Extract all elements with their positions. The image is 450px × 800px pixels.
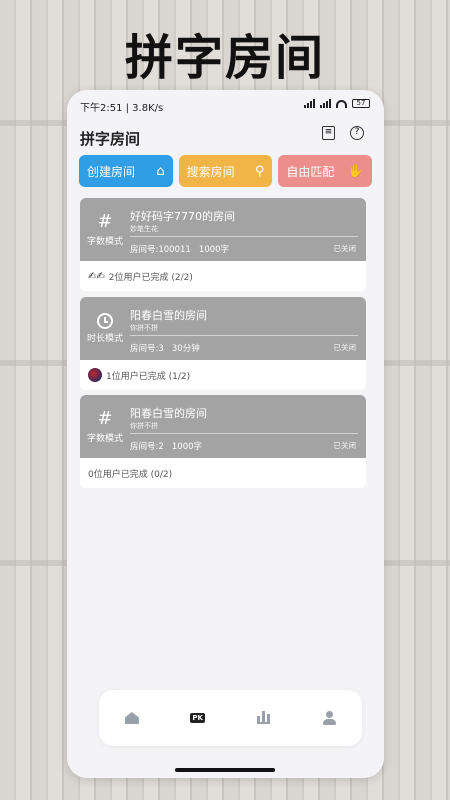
room-card[interactable]: 时长模式 阳春白雪的房间 你拼不拼 房间号:3 30分钟 已关闭 1位用户已完成…	[80, 297, 366, 390]
pk-icon: PK	[190, 713, 205, 723]
room-name: 阳春白雪的房间	[130, 407, 207, 420]
ranking-icon	[256, 711, 270, 724]
free-match-button[interactable]: 自由匹配 ✋	[278, 155, 373, 187]
hash-icon: #	[97, 211, 113, 232]
mode-label: 时长模式	[86, 334, 123, 344]
profile-icon	[322, 711, 336, 725]
free-match-label: 自由匹配	[286, 164, 335, 179]
promo-headline: 拼字房间	[124, 30, 325, 86]
room-name: 阳春白雪的房间	[130, 309, 207, 322]
tab-profile[interactable]	[314, 703, 344, 733]
room-target: 1000字	[171, 442, 203, 452]
room-state: 已关闭	[333, 343, 357, 352]
home-icon	[124, 712, 139, 724]
divider	[130, 433, 358, 434]
create-room-button[interactable]: 创建房间 ⌂	[79, 155, 173, 187]
room-number: 房间号:3	[130, 344, 164, 354]
room-number: 房间号:100011	[130, 245, 191, 255]
search-room-label: 搜索房间	[186, 164, 235, 179]
tab-ranking[interactable]	[248, 703, 278, 733]
room-target: 30分钟	[171, 344, 200, 354]
tab-home[interactable]	[117, 703, 147, 733]
status-bar: 下午2:51 | 3.8K/s 57	[80, 99, 370, 114]
room-card[interactable]: # 字数模式 阳春白雪的房间 你拼不拼 房间号:2 1000字 已关闭 0位用户…	[80, 395, 366, 488]
home-indicator	[175, 768, 275, 772]
phone-screen: 下午2:51 | 3.8K/s 57 拼字房间 ≡ ? 创建房间 ⌂ 搜索房间 …	[67, 90, 384, 778]
pen-icon: ✍✍	[88, 270, 105, 282]
tab-pk[interactable]: PK	[183, 703, 213, 733]
document-icon[interactable]: ≡	[322, 126, 335, 140]
completion-text: 2位用户已完成 (2/2)	[108, 272, 193, 283]
hash-icon: #	[97, 408, 113, 429]
room-subtitle: 你拼不拼	[130, 422, 158, 430]
room-meta: 房间号:2 1000字	[130, 440, 202, 452]
battery-icon: 57	[352, 99, 370, 108]
room-state: 已关闭	[333, 441, 357, 450]
room-target: 1000字	[198, 245, 230, 255]
room-subtitle: 你拼不拼	[130, 324, 158, 332]
status-time: 下午2:51 | 3.8K/s	[80, 103, 164, 114]
completion-text: 1位用户已完成 (1/2)	[106, 371, 191, 382]
page-title: 拼字房间	[80, 130, 141, 148]
completion-text: 0位用户已完成 (0/2)	[88, 469, 173, 480]
mode-label: 字数模式	[86, 237, 123, 247]
signal-icon	[320, 99, 331, 108]
avatar	[88, 368, 102, 382]
room-state: 已关闭	[333, 244, 357, 253]
hand-icon: ✋	[347, 163, 365, 179]
wifi-icon	[336, 99, 347, 108]
divider	[130, 236, 358, 237]
action-bar: 创建房间 ⌂ 搜索房间 ⚲ 自由匹配 ✋	[79, 155, 373, 187]
clock-icon	[97, 313, 113, 329]
create-room-label: 创建房间	[87, 164, 136, 179]
home-plus-icon: ⌂	[156, 163, 165, 179]
room-name: 好好码字7770的房间	[130, 210, 235, 223]
divider	[130, 335, 358, 336]
bottom-tab-bar: PK	[99, 690, 362, 746]
search-icon: ⚲	[254, 163, 265, 179]
room-number: 房间号:2	[130, 442, 164, 452]
room-card[interactable]: # 字数模式 好好码字7770的房间 妙笔生花 房间号:100011 1000字…	[80, 198, 366, 291]
room-subtitle: 妙笔生花	[130, 225, 158, 233]
room-meta: 房间号:100011 1000字	[130, 243, 229, 255]
search-room-button[interactable]: 搜索房间 ⚲	[178, 155, 273, 187]
signal-icon	[304, 99, 315, 108]
mode-label: 字数模式	[86, 434, 123, 444]
help-icon[interactable]: ?	[350, 126, 364, 140]
room-meta: 房间号:3 30分钟	[130, 342, 200, 354]
